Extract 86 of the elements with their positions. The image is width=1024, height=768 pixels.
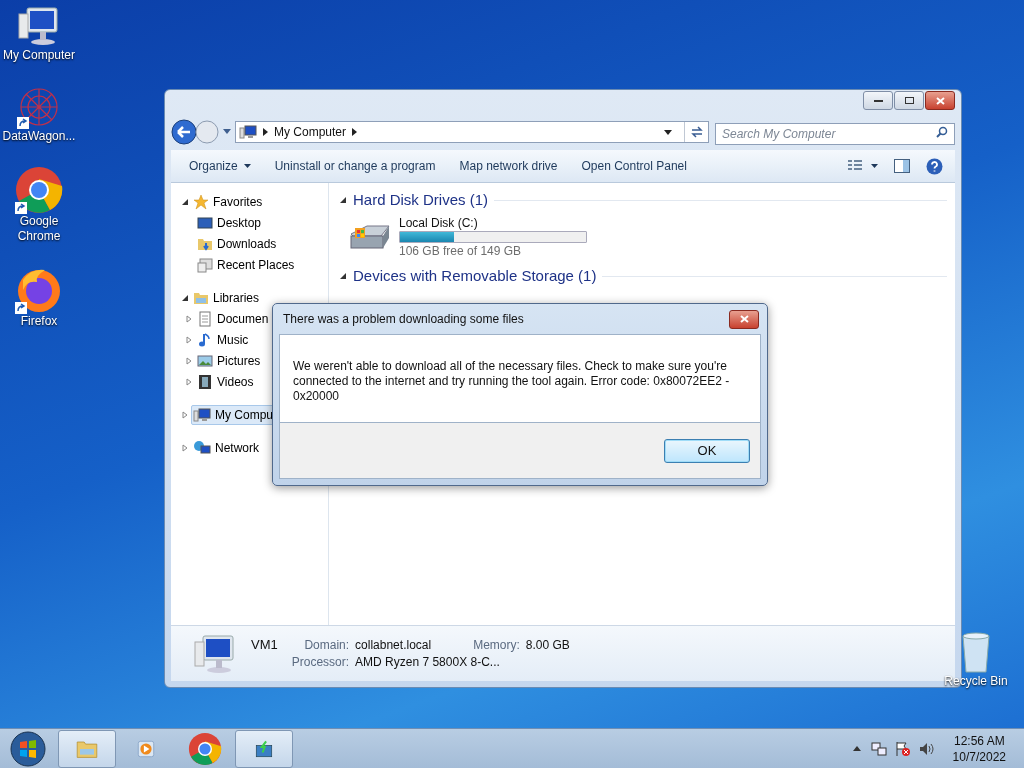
recent-places-icon [197, 256, 213, 273]
error-message: We weren't able to download all of the necessary files. Check to make sure you're connected to the internet and try running the tool again. Error code: 0x80072EE2 - 0x20000 [293, 359, 731, 404]
field-label: Domain: [303, 637, 350, 654]
collapse-arrow-icon[interactable] [181, 293, 189, 302]
installer-icon [254, 739, 274, 758]
desktop-shortcut[interactable]: DataWagon... [0, 85, 78, 144]
computer-icon [239, 124, 257, 140]
show-hidden-icons-arrow-icon[interactable] [852, 746, 861, 751]
nav-item[interactable]: Libraries [191, 287, 265, 308]
field-value: collabnet.local [355, 637, 433, 654]
toolbar-button[interactable]: Organize [177, 153, 263, 179]
pane-icon [894, 159, 910, 173]
caret-icon [871, 164, 878, 168]
taskbar-button[interactable] [58, 729, 116, 768]
nav-item[interactable]: Recent Places [195, 254, 300, 275]
field-value: 8.00 GB [525, 637, 570, 654]
expand-arrow-icon[interactable] [181, 410, 189, 419]
film-icon [197, 373, 213, 390]
chrome-icon [15, 166, 63, 214]
free-space-text: 106 GB free of 149 GB [399, 243, 523, 259]
desktop-icon [197, 214, 213, 231]
computer-name: VM1 [251, 636, 279, 653]
drive-item[interactable]: Local Disk (C:) 106 GB free of 149 GB [347, 215, 597, 259]
media-player-icon [136, 739, 156, 758]
desktop-shortcut[interactable]: Google Chrome [0, 166, 78, 244]
nav-item[interactable]: Downloads [195, 233, 282, 254]
toolbar-button[interactable]: Uninstall or change a program [262, 153, 448, 179]
music-note-icon [197, 331, 213, 348]
view-list-icon [847, 159, 863, 173]
search-icon [936, 126, 948, 138]
toolbar-button[interactable]: Map network drive [447, 153, 570, 179]
group-heading: Devices with Removable Storage (1) [353, 265, 597, 286]
close-button[interactable] [925, 91, 955, 110]
close-icon [739, 315, 749, 323]
chevron-icon [352, 128, 358, 136]
nav-item[interactable]: Favorites [191, 191, 268, 212]
star-icon [193, 193, 209, 210]
start-button[interactable] [8, 729, 48, 768]
collapse-arrow-icon[interactable] [339, 272, 347, 280]
caret-icon[interactable] [223, 129, 231, 135]
dialog-title: There was a problem downloading some files [282, 311, 525, 328]
computer-icon [17, 4, 61, 48]
expand-arrow-icon[interactable] [181, 443, 189, 452]
expand-arrow-icon[interactable] [185, 377, 193, 386]
nav-item[interactable]: Music [195, 329, 254, 350]
flag-error-icon[interactable] [894, 740, 911, 757]
dropdown-caret-icon[interactable] [664, 129, 672, 135]
network-status-icon[interactable] [870, 740, 887, 757]
document-icon [197, 310, 213, 327]
toolbar-button[interactable]: Open Control Panel [569, 153, 699, 179]
refresh-icon [689, 126, 704, 138]
taskbar-button[interactable] [235, 729, 293, 768]
collapse-arrow-icon[interactable] [339, 196, 347, 204]
expand-arrow-icon[interactable] [185, 314, 193, 323]
recycle-bin-icon [959, 630, 993, 674]
expand-arrow-icon[interactable] [185, 356, 193, 365]
clock[interactable]: 12:56 AM 10/7/2022 [944, 732, 1014, 765]
nav-item[interactable]: Desktop [195, 212, 267, 233]
nav-item[interactable]: Documen [195, 308, 274, 329]
network-web-icon [17, 85, 61, 129]
collapse-arrow-icon[interactable] [181, 197, 189, 206]
group-heading: Hard Disk Drives (1) [353, 189, 488, 210]
drive-name: Local Disk (C:) [399, 215, 479, 231]
chevron-icon [263, 128, 268, 136]
nav-item[interactable]: Network [191, 437, 264, 458]
ok-button[interactable]: OK [664, 438, 750, 463]
minimize-button[interactable] [863, 91, 893, 110]
nav-item[interactable]: Pictures [195, 350, 266, 371]
desktop-shortcut[interactable]: My Computer [0, 4, 78, 63]
close-icon [935, 96, 945, 105]
desktop-shortcut[interactable]: Firefox [0, 266, 78, 329]
network-icon [193, 439, 211, 456]
nav-item[interactable]: Videos [195, 371, 259, 392]
chrome-icon [188, 731, 222, 766]
search-field[interactable]: Search My Computer [715, 123, 955, 145]
close-button[interactable] [729, 309, 759, 329]
help-icon [926, 157, 943, 175]
picture-icon [197, 352, 213, 369]
maximize-button[interactable] [894, 91, 924, 110]
field-label: Processor: [291, 654, 350, 671]
expand-arrow-icon[interactable] [185, 335, 193, 344]
address-bar[interactable]: My Computer [235, 121, 709, 143]
field-value: AMD Ryzen 7 5800X 8-C... [355, 654, 501, 671]
computer-icon [193, 406, 211, 423]
field-label: Memory: [473, 637, 520, 654]
back-arrow-button[interactable] [171, 119, 197, 145]
